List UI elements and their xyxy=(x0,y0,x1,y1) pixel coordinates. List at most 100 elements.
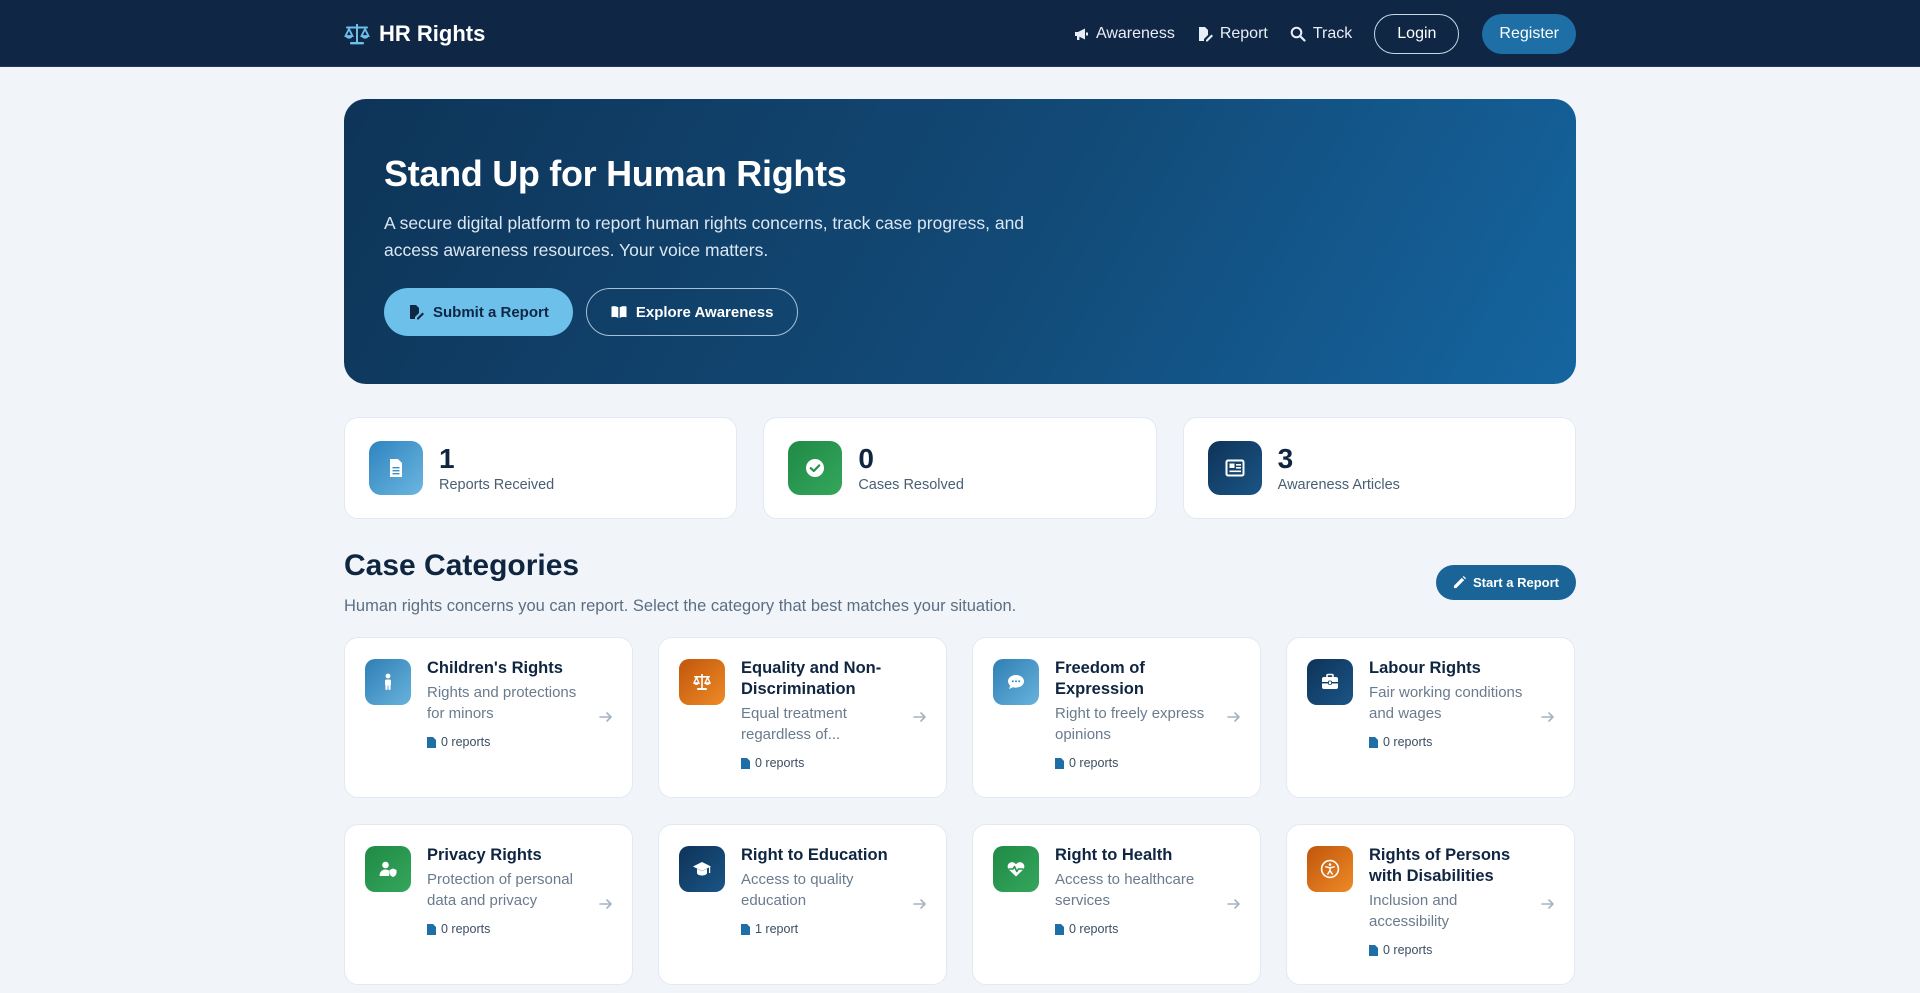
category-title: Children's Rights xyxy=(427,659,563,677)
check-circle-icon xyxy=(806,459,825,477)
submit-report-button[interactable]: Submit a Report xyxy=(384,288,573,336)
category-card-right-to-education[interactable]: Right to Education Access to quality edu… xyxy=(658,824,947,985)
stat-text: 3 Awareness Articles xyxy=(1277,442,1400,493)
category-icon-badge xyxy=(1307,846,1353,892)
open-book-icon xyxy=(611,306,627,318)
category-report-count: 0 reports xyxy=(741,756,911,770)
pencil-icon xyxy=(1453,576,1467,589)
category-body: Right to Health Access to healthcare ser… xyxy=(1055,845,1225,936)
section-title: Case Categories xyxy=(344,549,580,582)
hero-buttons: Submit a Report Explore Awareness xyxy=(384,288,799,336)
file-icon xyxy=(427,923,436,935)
file-pen-icon xyxy=(1198,26,1213,41)
stat-label: Cases Resolved xyxy=(858,476,964,493)
nav-link-track[interactable]: Track xyxy=(1290,25,1352,43)
arrow-right-icon xyxy=(913,899,926,909)
hero-subtitle: A secure digital platform to report huma… xyxy=(384,213,1025,260)
nav-link-label: Track xyxy=(1312,24,1353,42)
accessibility-icon xyxy=(1320,859,1340,879)
stat-label: Reports Received xyxy=(439,476,555,493)
category-card-labour-rights[interactable]: Labour Rights Fair working conditions an… xyxy=(1286,637,1575,798)
category-card-childrens-rights[interactable]: Children's Rights Rights and protections… xyxy=(344,637,633,798)
category-title: Right to Health xyxy=(1055,846,1173,864)
category-body: Rights of Persons with Disabilities Incl… xyxy=(1369,845,1539,957)
arrow-right-icon xyxy=(1227,899,1240,909)
stat-card-reports: 1 Reports Received xyxy=(344,417,738,519)
report-count-text: 0 reports xyxy=(441,922,491,936)
category-body: Labour Rights Fair working conditions an… xyxy=(1369,658,1539,749)
category-card-freedom-of-expression[interactable]: Freedom of Expression Right to freely ex… xyxy=(972,637,1261,798)
stat-icon-badge xyxy=(788,441,843,495)
graduation-cap-icon xyxy=(693,862,711,876)
category-report-count: 0 reports xyxy=(1369,735,1539,749)
submit-report-label: Submit a Report xyxy=(433,303,549,321)
scales-icon xyxy=(344,23,370,44)
category-title: Rights of Persons with Disabilities xyxy=(1369,846,1511,885)
stat-card-articles: 3 Awareness Articles xyxy=(1182,417,1576,519)
category-body: Children's Rights Rights and protections… xyxy=(427,658,597,749)
arrow-right-icon xyxy=(1541,899,1554,909)
stat-value: 3 xyxy=(1277,442,1294,474)
category-body: Privacy Rights Protection of personal da… xyxy=(427,845,597,936)
report-count-text: 0 reports xyxy=(1383,735,1433,749)
nav-link-awareness[interactable]: Awareness xyxy=(1073,25,1175,43)
stat-text: 1 Reports Received xyxy=(439,442,555,493)
report-count-text: 0 reports xyxy=(1383,943,1433,957)
category-report-count: 0 reports xyxy=(1055,756,1225,770)
file-icon xyxy=(1055,757,1064,769)
category-title: Privacy Rights xyxy=(427,846,542,864)
login-button[interactable]: Login xyxy=(1374,13,1460,54)
file-icon xyxy=(1369,736,1378,748)
category-report-count: 0 reports xyxy=(427,735,597,749)
start-report-label: Start a Report xyxy=(1473,575,1559,590)
explore-awareness-label: Explore Awareness xyxy=(635,303,774,321)
category-card-disabilities[interactable]: Rights of Persons with Disabilities Incl… xyxy=(1286,824,1575,985)
category-description: Equal treatment regardless of... xyxy=(741,705,847,743)
navbar: HR Rights Awareness Report Track Login R… xyxy=(0,0,1920,67)
document-icon xyxy=(390,459,402,477)
search-icon xyxy=(1290,26,1306,42)
category-icon-badge xyxy=(993,846,1039,892)
category-card-right-to-health[interactable]: Right to Health Access to healthcare ser… xyxy=(972,824,1261,985)
newspaper-icon xyxy=(1225,459,1245,477)
category-description: Inclusion and accessibility xyxy=(1369,892,1458,930)
speech-bubble-icon xyxy=(1008,675,1024,689)
arrow-right-icon xyxy=(1541,712,1554,722)
stat-value: 1 xyxy=(439,442,455,474)
category-icon-badge xyxy=(1307,659,1353,705)
category-body: Right to Education Access to quality edu… xyxy=(741,845,911,936)
stat-icon-badge xyxy=(1207,441,1262,495)
category-description: Access to healthcare services xyxy=(1055,871,1195,909)
nav-links: Awareness Report Track Login Register xyxy=(1051,13,1576,54)
file-icon xyxy=(1369,944,1378,956)
nav-link-label: Report xyxy=(1219,24,1268,42)
brand-logo[interactable]: HR Rights xyxy=(344,21,485,47)
category-icon-badge xyxy=(679,846,725,892)
category-title: Labour Rights xyxy=(1369,659,1481,677)
category-icon-badge xyxy=(365,659,411,705)
register-button[interactable]: Register xyxy=(1482,13,1576,54)
category-report-count: 0 reports xyxy=(1055,922,1225,936)
stat-label: Awareness Articles xyxy=(1277,476,1400,493)
category-card-equality[interactable]: Equality and Non-Discrimination Equal tr… xyxy=(658,637,947,798)
explore-awareness-button[interactable]: Explore Awareness xyxy=(585,288,799,336)
file-icon xyxy=(427,736,436,748)
nav-link-report[interactable]: Report xyxy=(1197,25,1268,43)
category-description: Access to quality education xyxy=(741,871,854,909)
megaphone-icon xyxy=(1074,28,1088,40)
file-pen-icon xyxy=(410,305,424,320)
category-icon-badge xyxy=(993,659,1039,705)
user-shield-icon xyxy=(379,861,397,877)
report-count-text: 1 report xyxy=(755,922,799,936)
category-card-privacy-rights[interactable]: Privacy Rights Protection of personal da… xyxy=(344,824,633,985)
category-icon-badge xyxy=(679,659,725,705)
start-report-button[interactable]: Start a Report xyxy=(1436,565,1576,600)
category-report-count: 1 report xyxy=(741,922,911,936)
heart-pulse-icon xyxy=(1007,862,1025,877)
navbar-inner: HR Rights Awareness Report Track Login R… xyxy=(344,0,1576,67)
report-count-text: 0 reports xyxy=(441,735,491,749)
child-icon xyxy=(385,673,391,690)
brand-name: HR Rights xyxy=(379,20,486,46)
hero-title: Stand Up for Human Rights xyxy=(384,153,847,194)
section-subtitle: Human rights concerns you can report. Se… xyxy=(344,597,1017,615)
